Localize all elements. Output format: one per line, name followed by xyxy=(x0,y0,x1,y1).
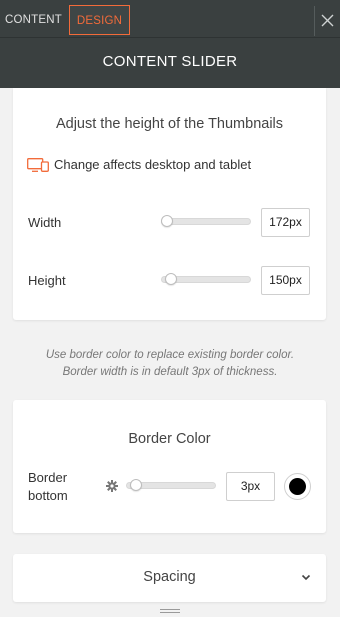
width-value-field[interactable]: 172px xyxy=(261,208,310,237)
device-note-text: Change affects desktop and tablet xyxy=(54,157,252,172)
chevron-down-icon[interactable] xyxy=(301,574,311,581)
border-note-line-2: Border width is in default 3px of thickn… xyxy=(62,366,278,378)
height-slider[interactable] xyxy=(161,273,251,285)
width-slider[interactable] xyxy=(161,215,251,227)
height-label: Height xyxy=(28,273,66,288)
border-width-slider-thumb[interactable] xyxy=(129,479,142,491)
tab-content[interactable]: CONTENT xyxy=(0,5,67,35)
height-slider-thumb[interactable] xyxy=(164,273,177,285)
close-button[interactable] xyxy=(314,6,340,36)
gear-icon[interactable] xyxy=(106,480,118,492)
border-bottom-label: Border bottom xyxy=(28,469,68,505)
top-tab-bar: CONTENT DESIGN xyxy=(0,0,340,38)
border-width-slider[interactable] xyxy=(126,479,216,491)
height-value-field[interactable]: 150px xyxy=(261,266,310,295)
border-color-card: Border Color Border bottom 3px xyxy=(13,400,326,533)
width-slider-thumb[interactable] xyxy=(161,215,173,227)
border-color-picker[interactable] xyxy=(284,473,311,500)
thumbnails-card: Adjust the height of the Thumbnails Chan… xyxy=(13,88,326,320)
panel-title: CONTENT SLIDER xyxy=(0,38,340,88)
spacing-section[interactable]: Spacing xyxy=(13,554,326,602)
desktop-tablet-icon xyxy=(27,158,49,172)
border-bottom-label-line-2: bottom xyxy=(28,488,68,503)
spacing-title: Spacing xyxy=(143,569,196,585)
border-width-value-field[interactable]: 3px xyxy=(226,472,275,501)
width-label: Width xyxy=(28,215,62,230)
border-bottom-label-line-1: Border xyxy=(28,470,68,485)
border-note: Use border color to replace existing bor… xyxy=(0,347,340,381)
close-icon xyxy=(321,14,334,27)
tab-design[interactable]: DESIGN xyxy=(69,5,130,35)
border-color-title: Border Color xyxy=(128,431,211,447)
thumbnails-title: Adjust the height of the Thumbnails xyxy=(55,116,284,132)
border-note-line-1: Use border color to replace existing bor… xyxy=(45,349,295,361)
border-color-swatch xyxy=(289,478,306,495)
drag-handle-icon[interactable] xyxy=(160,609,180,615)
